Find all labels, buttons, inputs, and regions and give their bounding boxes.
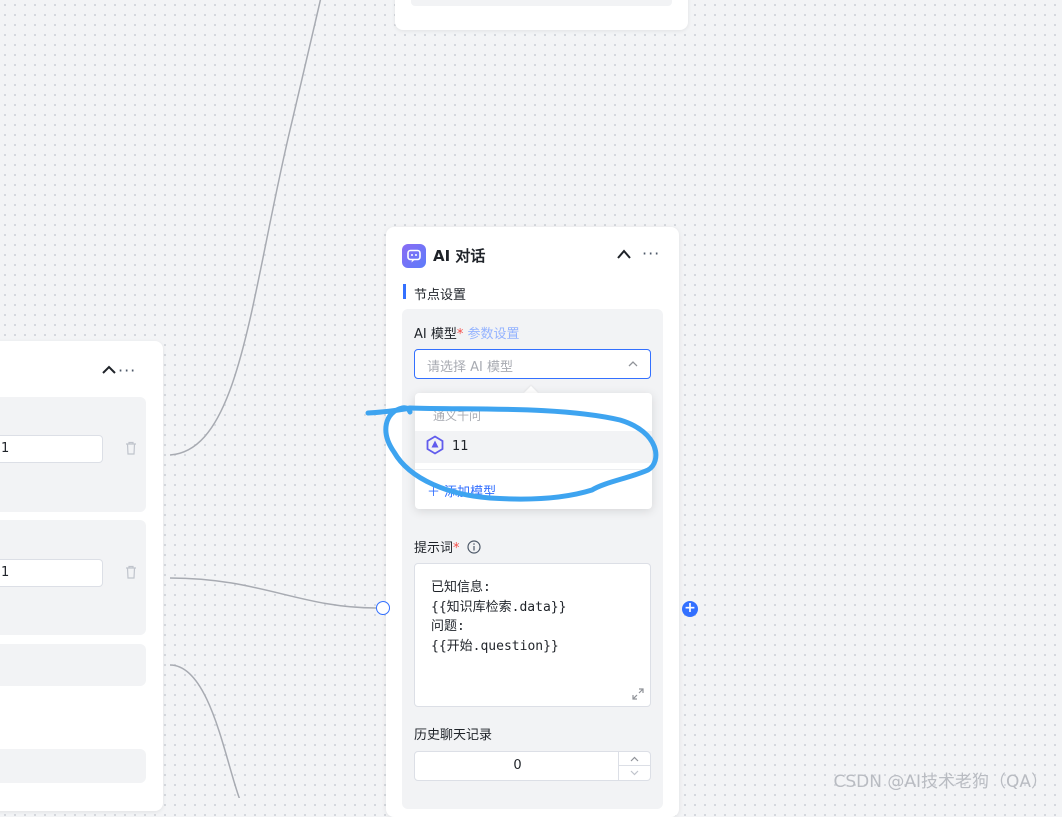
input-handle[interactable] xyxy=(376,601,390,615)
model-dropdown: 通义千问 11 ＋ 添加模型 xyxy=(415,393,652,509)
left-panel-4 xyxy=(0,749,146,783)
chat-bot-icon xyxy=(402,244,426,268)
section-accent-bar xyxy=(403,284,406,299)
left-panel-2: 1 xyxy=(0,520,146,635)
add-output-button[interactable]: + xyxy=(682,601,698,617)
prompt-text: 已知信息: {{知识库检索.data}} 问题: {{开始.question}} xyxy=(431,580,567,654)
dropdown-option-label: 11 xyxy=(452,439,469,454)
upstream-node-field xyxy=(411,0,672,6)
prompt-textarea[interactable]: 已知信息: {{知识库检索.data}} 问题: {{开始.question}} xyxy=(414,563,651,707)
chevron-down-icon xyxy=(630,770,639,776)
model-select-placeholder: 请选择 AI 模型 xyxy=(427,360,513,375)
upstream-node[interactable] xyxy=(395,0,688,30)
left-panel-3 xyxy=(0,644,146,686)
trash-icon[interactable] xyxy=(125,565,137,579)
qwen-model-icon xyxy=(426,435,444,455)
decrement-button[interactable] xyxy=(619,766,650,780)
node-title: AI 对话 xyxy=(433,247,486,265)
model-select[interactable]: 请选择 AI 模型 xyxy=(414,349,651,379)
chevron-up-icon[interactable] xyxy=(616,247,632,261)
prompt-label: 提示词* xyxy=(414,537,481,556)
dropdown-group-label: 通义千问 xyxy=(433,409,482,423)
model-label: AI 模型* 参数设置 xyxy=(414,327,520,342)
left-input-1[interactable]: 1 xyxy=(0,435,103,463)
chevron-up-icon xyxy=(630,756,639,761)
plus-icon: + xyxy=(684,600,696,616)
history-value: 0 xyxy=(513,758,522,773)
history-stepper[interactable]: 0 xyxy=(414,751,651,781)
left-input-2[interactable]: 1 xyxy=(0,559,103,587)
info-icon[interactable] xyxy=(467,540,481,554)
watermark: CSDN @AI技术老狗（QA） xyxy=(833,772,1048,792)
dropdown-divider xyxy=(415,469,652,470)
increment-button[interactable] xyxy=(619,752,650,766)
add-model-button[interactable]: ＋ 添加模型 xyxy=(427,481,496,500)
ai-chat-node[interactable]: AI 对话 ··· 节点设置 AI 模型* 参数设置 请选择 AI 模型 提示词… xyxy=(386,227,679,817)
chevron-up-icon[interactable] xyxy=(100,361,118,377)
expand-icon[interactable] xyxy=(632,688,644,700)
plus-icon: ＋ xyxy=(427,485,441,500)
history-label: 历史聊天记录 xyxy=(414,728,493,743)
left-panel-1: 1 xyxy=(0,397,146,512)
section-title: 节点设置 xyxy=(414,288,467,303)
chevron-up-icon xyxy=(628,361,638,367)
knowledge-node[interactable]: ··· 1 1 xyxy=(0,341,163,811)
more-icon[interactable]: ··· xyxy=(118,361,136,380)
trash-icon[interactable] xyxy=(125,441,137,455)
params-settings-link[interactable]: 参数设置 xyxy=(468,327,520,342)
dropdown-option[interactable]: 11 xyxy=(415,431,652,463)
more-icon[interactable]: ··· xyxy=(642,244,660,263)
